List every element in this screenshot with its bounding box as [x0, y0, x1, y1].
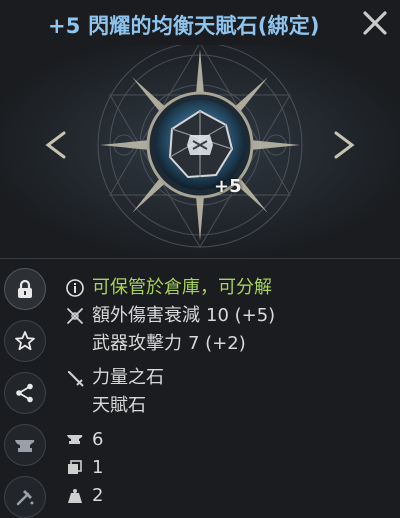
- header: +5 閃耀的均衡天賦石(綁定): [0, 0, 400, 50]
- item-category: 力量之石: [92, 367, 164, 388]
- stack-icon: [64, 457, 86, 479]
- close-button[interactable]: [360, 8, 390, 38]
- weight-icon: [64, 485, 86, 507]
- type-row: 力量之石: [64, 364, 394, 392]
- effect-label: 額外傷害衰減: [92, 305, 200, 326]
- star-icon: [15, 331, 35, 351]
- anvil-icon: [15, 440, 35, 452]
- share-button[interactable]: [4, 372, 46, 414]
- notice-text: 可保管於倉庫，可分解: [92, 277, 272, 298]
- disassemble-button[interactable]: [4, 476, 46, 518]
- favorite-button[interactable]: [4, 320, 46, 362]
- enhance-button[interactable]: [4, 424, 46, 466]
- stat-value: 1: [92, 457, 104, 478]
- lock-icon: [18, 279, 32, 298]
- effect-row: 額外傷害衰減 10 (+5): [64, 302, 394, 330]
- type-row: 天賦石: [64, 392, 394, 420]
- item-info: 可保管於倉庫，可分解 額外傷害衰減 10 (+5) 武器攻擊力 7 (+2) 力…: [64, 274, 394, 510]
- effect-label: 武器攻擊力: [92, 333, 182, 354]
- action-sidebar: [0, 262, 52, 518]
- item-type: 天賦石: [92, 395, 146, 416]
- share-icon: [16, 383, 33, 403]
- prev-item-button[interactable]: [38, 116, 74, 166]
- effect-value: 7 (+2): [188, 333, 246, 354]
- info-icon: [64, 277, 86, 299]
- hammer-icon: [16, 490, 34, 506]
- close-icon: [363, 11, 387, 35]
- stat-row: 1: [64, 454, 394, 482]
- stat-row: 2: [64, 482, 394, 510]
- effect-row: 武器攻擊力 7 (+2): [64, 330, 394, 358]
- item-title: +5 閃耀的均衡天賦石(綁定): [48, 14, 320, 38]
- stat-row: 6: [64, 426, 394, 454]
- crossed-swords-icon: [64, 305, 86, 327]
- stat-value: 6: [92, 429, 104, 450]
- section-divider: [0, 258, 400, 259]
- notice-row: 可保管於倉庫，可分解: [64, 274, 394, 302]
- lock-button[interactable]: [4, 268, 46, 310]
- effect-value: 10 (+5): [206, 305, 276, 326]
- enhance-level-badge: +5: [214, 176, 242, 197]
- dagger-icon: [64, 367, 86, 389]
- next-item-button[interactable]: [326, 116, 362, 166]
- anvil-icon: [64, 429, 86, 451]
- stat-value: 2: [92, 485, 104, 506]
